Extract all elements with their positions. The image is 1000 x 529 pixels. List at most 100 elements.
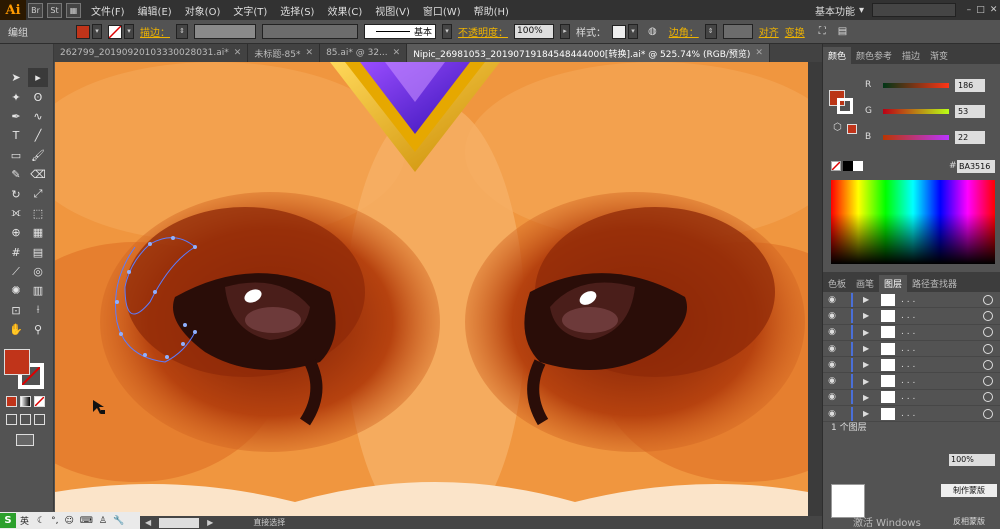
green-track[interactable] [883, 108, 949, 114]
tab-gradient[interactable]: 渐变 [925, 47, 953, 64]
tab-swatches[interactable]: 色板 [823, 275, 851, 292]
target-icon[interactable] [983, 359, 993, 370]
shape-builder-icon[interactable]: ⊕ [6, 223, 26, 242]
expand-arrow-icon[interactable]: ▶ [863, 409, 875, 418]
eraser-icon[interactable]: ⌫ [28, 165, 48, 184]
arrange-docs-icon[interactable]: ▦ [66, 2, 81, 18]
layer-row[interactable]: ◉ ▶ . . . [823, 340, 1000, 358]
layer-name[interactable]: . . . [901, 295, 983, 305]
stroke-swatch[interactable] [108, 24, 122, 39]
gradient-tool-icon[interactable]: ▤ [28, 243, 48, 262]
menu-object[interactable]: 对象(O) [185, 3, 221, 18]
moon-icon[interactable]: ☾ [37, 516, 45, 526]
layer-name[interactable]: . . . [901, 311, 983, 321]
close-icon[interactable]: ✕ [990, 5, 998, 15]
tab-stroke[interactable]: 描边 [897, 47, 925, 64]
close-icon[interactable]: ✕ [755, 48, 763, 58]
eyedropper-icon[interactable]: ⟋ [6, 262, 26, 281]
tab-brushes[interactable]: 画笔 [851, 275, 879, 292]
sogou-ime-icon[interactable]: S [0, 513, 16, 528]
eye-icon[interactable]: ◉ [823, 392, 841, 402]
pen-tool-icon[interactable]: ✒ [6, 107, 26, 126]
symbol-sprayer-icon[interactable]: ✺ [6, 281, 26, 300]
layer-row[interactable]: ◉ ▶ . . . [823, 373, 1000, 390]
menu-edit[interactable]: 编辑(E) [138, 3, 172, 18]
artboard-tool-icon[interactable]: ⊡ [6, 301, 26, 320]
variable-width-field[interactable] [262, 24, 358, 39]
nav-next-icon[interactable]: ▶ [207, 518, 213, 527]
style-dropdown[interactable]: ▾ [628, 24, 638, 39]
target-icon[interactable] [983, 408, 993, 419]
none-mode-icon[interactable] [34, 396, 45, 407]
tab-layers[interactable]: 图层 [879, 275, 908, 292]
gradient-mode-icon[interactable] [20, 396, 31, 407]
menu-view[interactable]: 视图(V) [375, 3, 410, 18]
corner-label[interactable]: 边角： [669, 24, 699, 39]
width-tool-icon[interactable]: ⟗ [6, 204, 26, 223]
tab-color-guide[interactable]: 颜色参考 [851, 47, 897, 64]
stock-icon[interactable]: St [47, 2, 62, 18]
stroke-preview[interactable] [837, 98, 853, 114]
black-swatch[interactable] [843, 161, 853, 171]
target-icon[interactable] [983, 376, 993, 387]
tab-color[interactable]: 颜色 [823, 47, 852, 64]
perspective-grid-icon[interactable]: ▦ [28, 223, 48, 242]
minimize-icon[interactable]: – [967, 5, 972, 15]
draw-normal-icon[interactable] [6, 414, 17, 425]
ime-mode-label[interactable]: 英 [20, 514, 29, 527]
expand-arrow-icon[interactable]: ▶ [863, 328, 875, 337]
zoom-tool-icon[interactable]: ⚲ [28, 320, 48, 339]
layer-name[interactable]: . . . [901, 360, 983, 370]
isolate-icon[interactable]: ⛶ [819, 26, 826, 37]
brush-definition[interactable]: 基本 [364, 24, 436, 39]
type-tool-icon[interactable]: T [6, 126, 26, 145]
slice-tool-icon[interactable]: ⟊ [28, 301, 48, 320]
layer-row[interactable]: ◉ ▶ . . . [823, 389, 1000, 407]
magic-wand-icon[interactable]: ✦ [6, 87, 26, 106]
color-mode-icon[interactable] [6, 396, 17, 407]
direct-selection-tool-icon[interactable]: ▸ [28, 68, 48, 88]
hex-field[interactable]: BA3516 [957, 160, 995, 173]
opacity-label[interactable]: 不透明度： [458, 24, 508, 39]
target-icon[interactable] [983, 392, 993, 403]
menu-effect[interactable]: 效果(C) [327, 3, 362, 18]
none-swatch[interactable] [831, 161, 841, 171]
tab-document-3[interactable]: 85.ai* @ 32... ✕ [320, 44, 408, 62]
eye-icon[interactable]: ◉ [823, 344, 841, 354]
white-swatch[interactable] [853, 161, 863, 171]
draw-inside-icon[interactable] [34, 414, 45, 425]
line-tool-icon[interactable]: ╱ [28, 126, 48, 145]
layer-name[interactable]: . . . [901, 409, 983, 419]
workspace-switcher[interactable]: 基本功能 ▾ [815, 0, 960, 20]
close-icon[interactable]: ✕ [234, 48, 242, 58]
tab-document-1[interactable]: 262799_20190920103330028031.ai* ✕ [54, 44, 249, 62]
target-icon[interactable] [983, 294, 993, 305]
out-of-gamut-swatch[interactable] [847, 124, 857, 134]
eye-icon[interactable]: ◉ [823, 360, 841, 370]
recolor-icon[interactable]: ◍ [648, 26, 657, 37]
expand-arrow-icon[interactable]: ▶ [863, 360, 875, 369]
corner-stepper[interactable]: ⇕ [704, 24, 717, 39]
free-transform-icon[interactable]: ⬚ [28, 204, 48, 223]
menu-help[interactable]: 帮助(H) [474, 3, 509, 18]
scale-tool-icon[interactable]: ⤢ [28, 184, 48, 203]
layer-row[interactable]: ◉ ▶ . . . [823, 292, 1000, 309]
expand-arrow-icon[interactable]: ▶ [863, 344, 875, 353]
eye-icon[interactable]: ◉ [823, 376, 841, 386]
red-track[interactable] [883, 82, 949, 88]
blue-track[interactable] [883, 134, 949, 140]
artboard-canvas[interactable] [55, 62, 808, 516]
blue-slider[interactable]: B 22 [865, 130, 999, 144]
stroke-dropdown[interactable]: ▾ [124, 24, 134, 39]
fill-swatch[interactable] [76, 24, 90, 39]
stroke-label[interactable]: 描边： [140, 24, 170, 39]
cube-icon[interactable]: ⬡ [833, 122, 842, 133]
pencil-icon[interactable]: ✎ [6, 165, 26, 184]
color-spectrum[interactable] [831, 180, 995, 264]
eye-icon[interactable]: ◉ [823, 409, 841, 419]
tab-document-2[interactable]: 未标题-85* ✕ [248, 44, 321, 62]
transparency-thumbnail[interactable] [831, 484, 865, 518]
lasso-icon[interactable]: ʘ [28, 87, 48, 106]
layer-name[interactable]: . . . [901, 376, 983, 386]
eye-icon[interactable]: ◉ [823, 311, 841, 321]
